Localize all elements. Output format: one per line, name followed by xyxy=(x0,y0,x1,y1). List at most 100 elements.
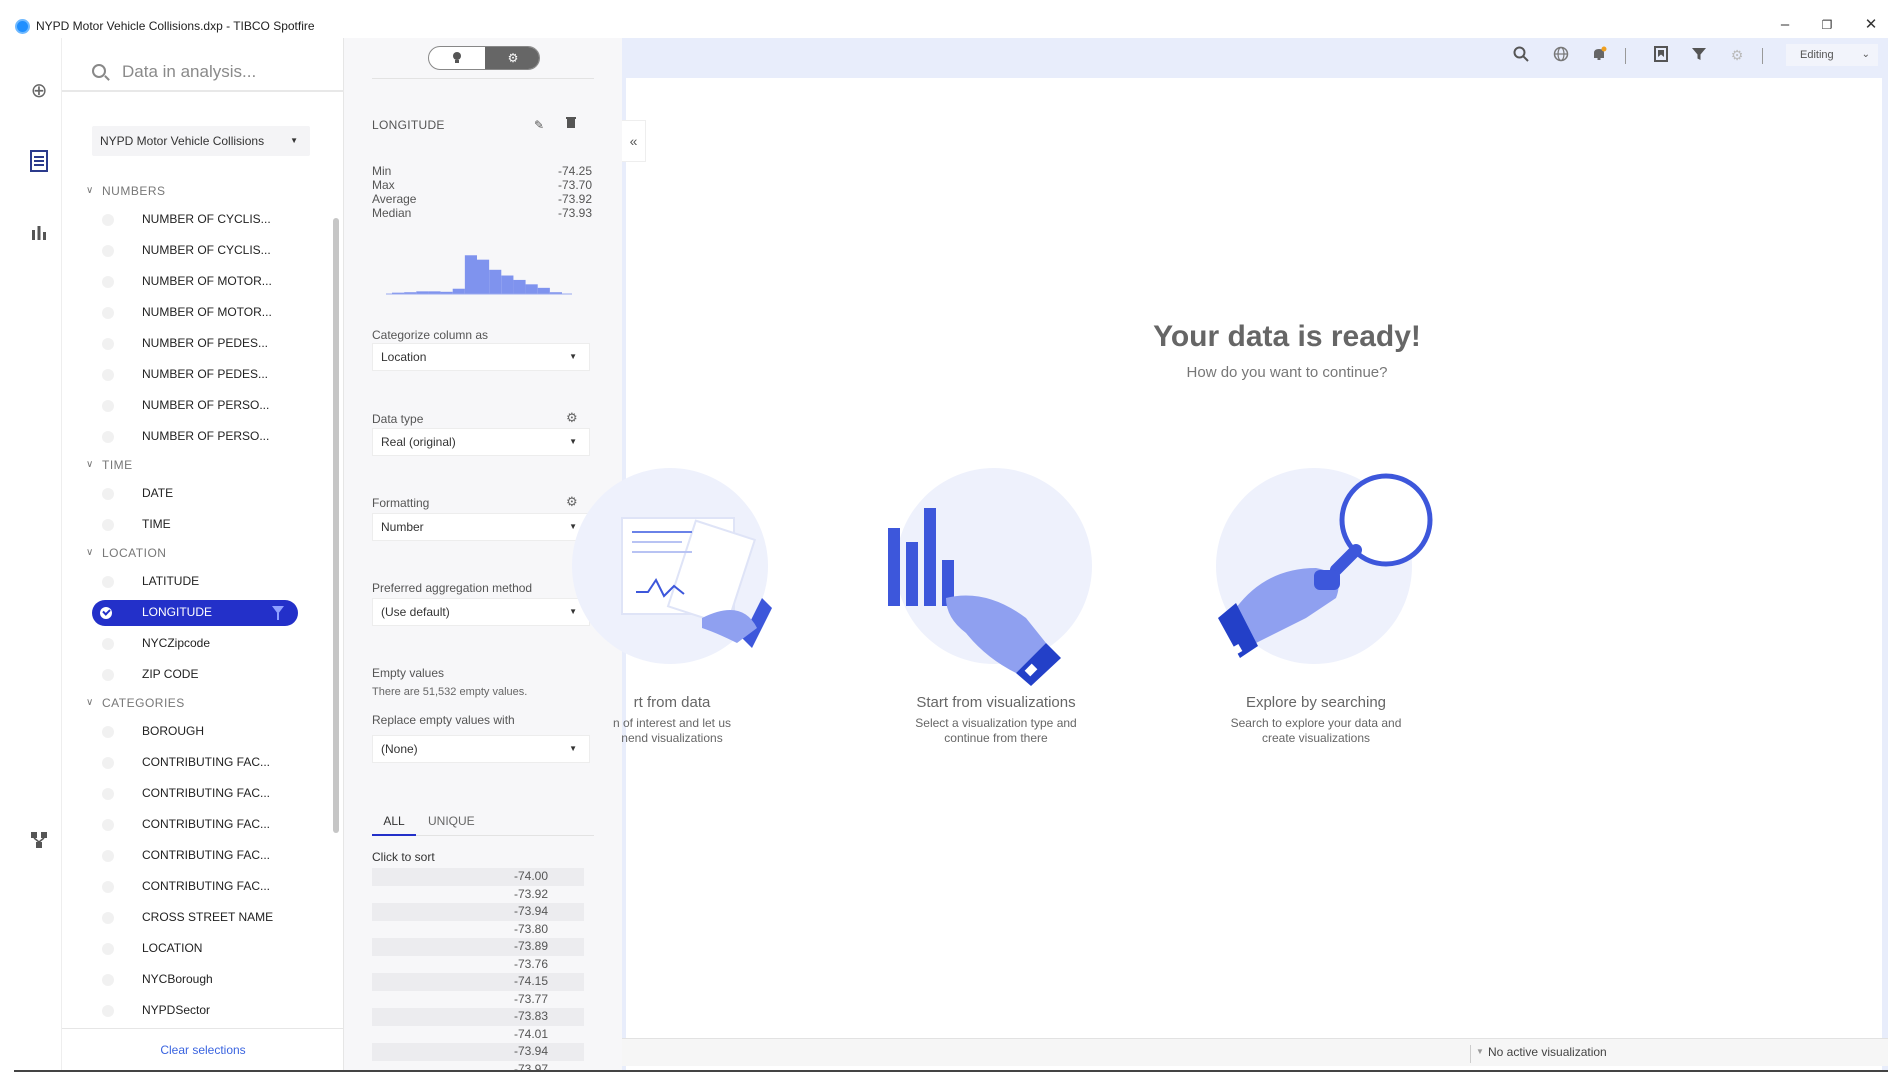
column-label: NUMBER OF PERSO... xyxy=(142,398,270,412)
column-item[interactable]: TIME xyxy=(62,509,332,540)
column-label: LOCATION xyxy=(142,941,203,955)
notifications-icon[interactable] xyxy=(1590,46,1608,64)
pencil-icon[interactable]: ✎ xyxy=(534,118,544,132)
column-label: CONTRIBUTING FAC... xyxy=(142,755,271,769)
column-type-dot xyxy=(102,1005,114,1017)
group-numbers[interactable]: ∨ NUMBERS xyxy=(62,178,332,204)
column-item[interactable]: CONTRIBUTING FAC... xyxy=(62,778,332,809)
group-label: CATEGORIES xyxy=(102,696,185,710)
column-item[interactable]: NUMBER OF MOTOR... xyxy=(62,266,332,297)
data-panel-icon[interactable] xyxy=(28,150,50,172)
column-item[interactable]: NYCZipcode xyxy=(62,628,332,659)
column-item[interactable]: NUMBER OF PERSO... xyxy=(62,421,332,452)
column-item[interactable]: NUMBER OF CYCLIS... xyxy=(62,204,332,235)
column-name: LONGITUDE xyxy=(372,118,445,132)
gear-icon[interactable]: ⚙ xyxy=(485,47,539,69)
column-item[interactable]: NUMBER OF PEDES... xyxy=(62,359,332,390)
clear-selections-link[interactable]: Clear selections xyxy=(62,1028,344,1070)
tab-all[interactable]: ALL xyxy=(372,806,416,836)
gear-icon[interactable]: ⚙ xyxy=(566,410,578,426)
search-input[interactable] xyxy=(122,58,322,86)
column-type-dot xyxy=(102,488,114,500)
left-icon-rail: ⊕ xyxy=(14,38,62,1070)
column-item-longitude-selected[interactable]: LONGITUDE xyxy=(62,597,332,628)
data-source-dropdown[interactable]: NYPD Motor Vehicle Collisions ▼ xyxy=(92,126,310,156)
group-label: NUMBERS xyxy=(102,184,166,198)
column-item[interactable]: LOCATION xyxy=(62,933,332,964)
close-button[interactable]: ✕ xyxy=(1856,14,1886,36)
value-row: -73.80 xyxy=(513,921,548,936)
column-label: NYCZipcode xyxy=(142,636,211,650)
stat-min: Min -74.25 xyxy=(372,164,592,178)
click-to-sort-label[interactable]: Click to sort xyxy=(372,850,435,864)
column-type-dot xyxy=(102,881,114,893)
column-item[interactable]: BOROUGH xyxy=(62,716,332,747)
visualization-types-icon[interactable] xyxy=(28,222,50,244)
column-item[interactable]: LATITUDE xyxy=(62,566,332,597)
column-item[interactable]: CROSS STREET NAME xyxy=(62,902,332,933)
aggregation-value: (Use default) xyxy=(381,605,450,619)
column-statistics: Min -74.25 Max -73.70 Average -73.92 Median… xyxy=(372,164,592,220)
settings-gear-icon[interactable]: ⚙ xyxy=(1728,46,1746,64)
data-type-dropdown[interactable]: Real (original) ▼ xyxy=(372,428,590,456)
group-categories[interactable]: ∨ CATEGORIES xyxy=(62,690,332,716)
caret-down-icon[interactable]: ▼ xyxy=(1476,1047,1484,1056)
categorize-label: Categorize column as xyxy=(372,328,489,342)
column-item[interactable]: NUMBER OF MOTOR... xyxy=(62,297,332,328)
column-item[interactable]: NUMBER OF PEDES... xyxy=(62,328,332,359)
column-type-dot xyxy=(102,974,114,986)
column-label: TIME xyxy=(142,517,171,531)
values-list[interactable]: -74.00 -73.92 -73.94 -73.80 -73.89 -73.76 -74.… xyxy=(372,868,584,1070)
value-row: -73.77 xyxy=(513,991,548,1006)
search-icon[interactable] xyxy=(1512,46,1530,64)
column-item[interactable]: CONTRIBUTING FAC... xyxy=(62,747,332,778)
column-tree-scrollbar[interactable] xyxy=(332,178,340,1038)
column-item[interactable]: NUMBER OF PERSO... xyxy=(62,390,332,421)
scrollbar-thumb[interactable] xyxy=(333,218,339,833)
bookmark-icon[interactable] xyxy=(1652,46,1670,64)
column-item[interactable]: CONTRIBUTING FAC... xyxy=(62,809,332,840)
group-label: LOCATION xyxy=(102,546,167,560)
column-type-dot xyxy=(102,912,114,924)
data-canvas-icon[interactable] xyxy=(28,830,50,852)
globe-icon[interactable] xyxy=(1552,46,1570,64)
column-item[interactable]: NYPDSector xyxy=(62,995,332,1026)
column-label: DATE xyxy=(142,486,174,500)
column-item[interactable]: DATE xyxy=(62,478,332,509)
column-item[interactable]: ZIP CODE xyxy=(62,659,332,690)
column-item[interactable]: CONTRIBUTING FAC... xyxy=(62,871,332,902)
restore-button[interactable]: ❐ xyxy=(1812,14,1842,36)
distribution-histogram xyxy=(386,255,572,295)
histogram-bar xyxy=(525,284,538,294)
column-label: CONTRIBUTING FAC... xyxy=(142,848,271,862)
start-from-visualizations-card[interactable]: Start from visualizations Select a visua… xyxy=(876,468,1116,798)
column-tree: ∨ NUMBERS NUMBER OF CYCLIS... NUMBER OF C… xyxy=(62,178,332,1038)
trash-icon[interactable] xyxy=(566,116,576,131)
replace-empty-label: Replace empty values with xyxy=(372,713,515,727)
column-label: CROSS STREET NAME xyxy=(142,910,274,924)
histogram-bar xyxy=(513,279,526,294)
filter-icon[interactable] xyxy=(1690,46,1708,64)
group-location[interactable]: ∨ LOCATION xyxy=(62,540,332,566)
explore-by-searching-card[interactable]: Explore by searching Search to explore y… xyxy=(1196,468,1436,798)
column-item[interactable]: NYCBorough xyxy=(62,964,332,995)
tab-unique[interactable]: UNIQUE xyxy=(428,806,475,836)
chevron-down-icon: ∨ xyxy=(86,185,94,196)
column-item[interactable]: CONTRIBUTING FAC... xyxy=(62,840,332,871)
stat-average: Average -73.92 xyxy=(372,192,592,206)
collapse-panel-button[interactable]: « xyxy=(622,120,646,162)
group-time[interactable]: ∨ TIME xyxy=(62,452,332,478)
lightbulb-icon[interactable] xyxy=(429,47,485,69)
add-data-icon[interactable]: ⊕ xyxy=(28,78,50,102)
column-item[interactable]: NUMBER OF CYCLIS... xyxy=(62,235,332,266)
value-row: -73.89 xyxy=(372,938,584,956)
column-type-dot xyxy=(102,369,114,381)
minimize-button[interactable]: – xyxy=(1770,14,1800,36)
filter-icon[interactable] xyxy=(272,606,284,620)
histogram-bar xyxy=(464,255,477,294)
start-from-data-card[interactable]: rt from data n of interest and let us nen… xyxy=(552,468,792,798)
data-type-label: Data type xyxy=(372,412,424,426)
panel-mode-toggle[interactable]: ⚙ xyxy=(428,46,540,70)
mode-dropdown[interactable]: Editing ⌄ xyxy=(1786,44,1878,66)
categorize-dropdown[interactable]: Location ▼ xyxy=(372,343,590,371)
